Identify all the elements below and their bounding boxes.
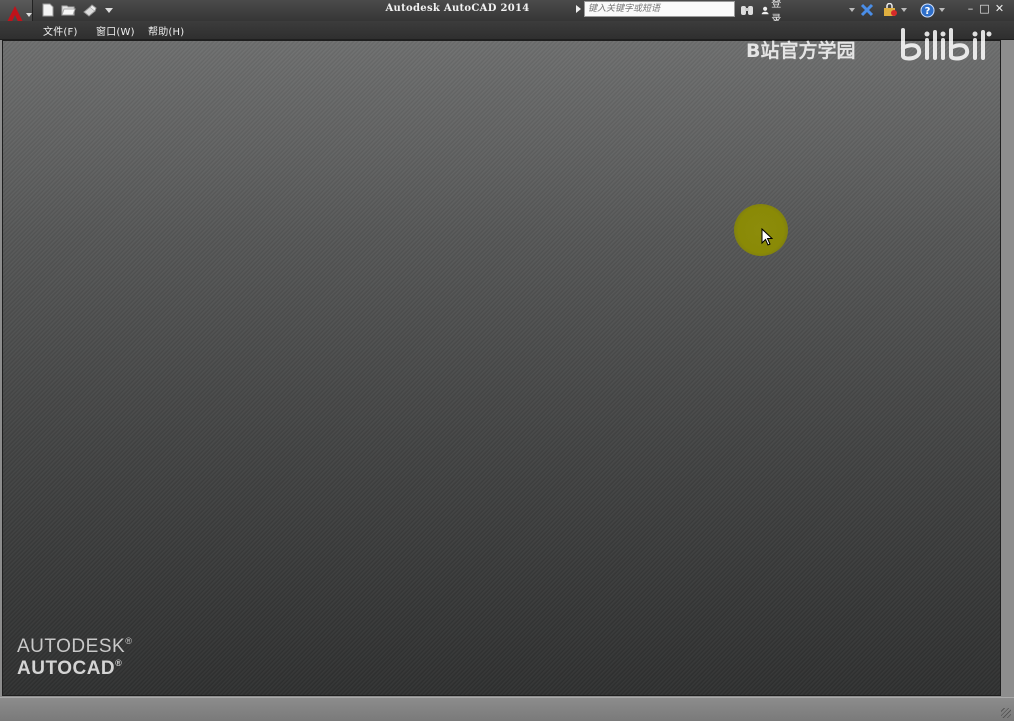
store-dropdown-icon[interactable] — [901, 2, 907, 18]
minimize-button[interactable]: – — [964, 2, 977, 15]
plot-icon[interactable] — [82, 3, 97, 17]
bilibili-logo-icon — [901, 28, 992, 61]
menu-file[interactable]: 文件(F) — [43, 23, 78, 38]
status-bar — [0, 697, 1014, 721]
mouse-pointer-icon — [761, 228, 773, 246]
svg-text:?: ? — [925, 6, 931, 17]
search-input[interactable] — [584, 1, 735, 17]
quick-access-toolbar — [40, 3, 113, 17]
application-menu-arrow-icon — [26, 13, 32, 17]
resize-grip-icon[interactable] — [1001, 708, 1011, 718]
exchange-x-icon[interactable] — [860, 2, 874, 18]
drawing-area[interactable] — [2, 40, 1001, 696]
new-file-icon[interactable] — [40, 3, 55, 17]
sign-in-button[interactable]: 登录 — [761, 0, 785, 25]
menu-bar: 文件(F) 窗口(W) 帮助(H) — [0, 21, 1014, 40]
watermark-text: B站官方学园 — [746, 40, 856, 62]
search-expand-arrow-icon[interactable] — [576, 5, 581, 13]
menu-window[interactable]: 窗口(W) — [96, 23, 135, 38]
autodesk-brand-text: AUTODESK® — [17, 636, 133, 657]
help-icon[interactable]: ? — [920, 2, 935, 18]
close-button[interactable]: ✕ — [993, 2, 1006, 15]
autocad-brand-text: AUTOCAD® — [17, 658, 123, 679]
title-bar: Autodesk AutoCAD 2014 登录 ? – □ ✕ — [0, 0, 1014, 33]
user-icon — [761, 6, 769, 14]
binoculars-icon[interactable] — [740, 2, 754, 18]
maximize-button[interactable]: □ — [978, 2, 991, 15]
help-dropdown-icon[interactable] — [939, 2, 945, 18]
autodesk-store-icon[interactable] — [882, 2, 898, 18]
menu-help[interactable]: 帮助(H) — [148, 23, 184, 38]
open-folder-icon[interactable] — [61, 3, 76, 17]
quick-access-dropdown-icon[interactable] — [105, 7, 113, 13]
sign-in-dropdown-icon[interactable] — [849, 2, 855, 18]
window-title: Autodesk AutoCAD 2014 — [385, 3, 530, 14]
